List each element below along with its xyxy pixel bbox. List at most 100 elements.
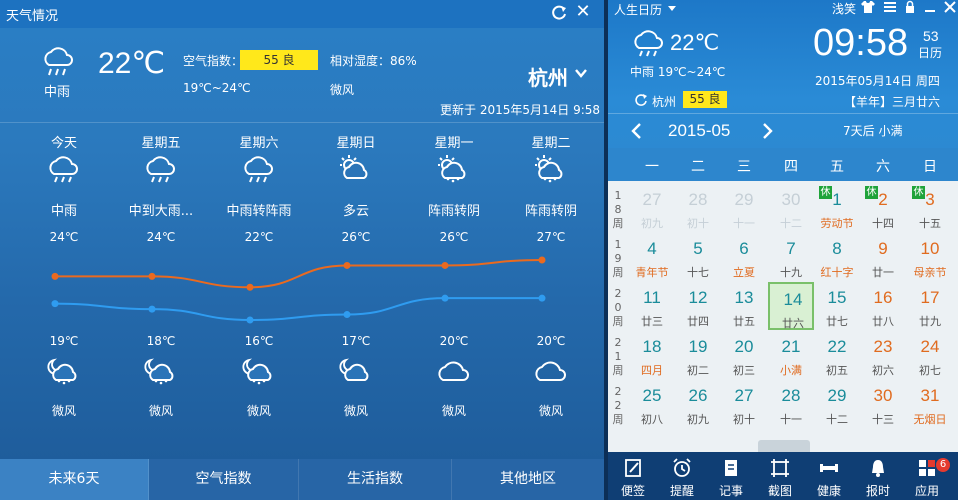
calendar-day[interactable]: 29 十二 xyxy=(814,380,860,428)
day-number: 27 xyxy=(642,190,662,209)
day-number: 22 xyxy=(827,337,847,356)
refresh-icon[interactable] xyxy=(634,93,648,107)
tab-other-regions[interactable]: 其他地区 xyxy=(452,459,604,500)
lunar-day: 廿四 xyxy=(687,315,709,328)
day-number: 15 xyxy=(827,288,847,307)
lunar-day: 劳动节 xyxy=(820,217,854,230)
calendar-day[interactable]: 27 初十 xyxy=(721,380,767,428)
notebook-icon xyxy=(725,460,737,476)
toolbar-label: 截图 xyxy=(767,484,792,498)
shirt-icon[interactable] xyxy=(860,0,876,14)
toolbar-button-alarm[interactable]: 提醒 xyxy=(659,452,705,500)
calendar-day[interactable]: 26 初九 xyxy=(675,380,721,428)
calendar-day[interactable]: 17 廿九 xyxy=(907,282,953,330)
week-number-part: 1 xyxy=(614,350,622,363)
day-name: 星期六 xyxy=(239,136,279,151)
lunar-day: 十五 xyxy=(919,217,941,230)
calendar-aqi-badge[interactable]: 55 良 xyxy=(683,91,727,108)
calendar-day[interactable]: 5 十七 xyxy=(675,233,721,281)
calendar-day[interactable]: 15 廿七 xyxy=(814,282,860,330)
toolbar-button-notebook[interactable]: 记事 xyxy=(708,452,754,500)
toolbar-label: 记事 xyxy=(718,484,743,498)
lock-icon[interactable] xyxy=(902,0,918,14)
calendar-day[interactable]: 21 小满 xyxy=(768,331,814,379)
forecast-day: 星期二 阵雨转阴 27℃ 20℃ 微风 xyxy=(502,128,600,428)
toolbar-button-dumbbell[interactable]: 健康 xyxy=(806,452,852,500)
calendar-day[interactable]: 休 3 十五 xyxy=(907,184,953,232)
weekday-header: 一二三四五六日 xyxy=(608,148,958,181)
calendar-day[interactable]: 休 1 劳动节 xyxy=(814,184,860,232)
calendar-day[interactable]: 24 初七 xyxy=(907,331,953,379)
calendar-day[interactable]: 25 初八 xyxy=(629,380,675,428)
lunar-day: 十二 xyxy=(780,217,802,230)
calendar-day[interactable]: 19 初二 xyxy=(675,331,721,379)
calendar-day[interactable]: 16 廿八 xyxy=(860,282,906,330)
close-icon[interactable] xyxy=(942,0,958,14)
week-number-part: 8 xyxy=(614,203,622,216)
forecast-day: 星期五 中到大雨... 24℃ 18℃ 微风 xyxy=(112,128,210,428)
week-number: 18周 xyxy=(608,189,628,231)
calendar-day[interactable]: 12 廿四 xyxy=(675,282,721,330)
day-number: 17 xyxy=(920,288,940,307)
toolbar-button-screenshot[interactable]: 截图 xyxy=(757,452,803,500)
lunar-day: 初十 xyxy=(733,413,755,426)
calendar-day[interactable]: 13 廿五 xyxy=(721,282,767,330)
chevron-down-icon[interactable] xyxy=(667,3,677,13)
calendar-day[interactable]: 18 四月 xyxy=(629,331,675,379)
day-number: 28 xyxy=(688,190,708,209)
day-condition: 中雨转阵雨 xyxy=(226,204,292,219)
calendar-day[interactable]: 30 十三 xyxy=(860,380,906,428)
week-number-part: 周 xyxy=(612,315,624,328)
alarm-icon xyxy=(673,458,691,477)
lunar-day: 小满 xyxy=(780,364,802,377)
lunar-date: 【羊年】三月廿六 xyxy=(844,95,941,109)
day-number: 20 xyxy=(734,337,754,356)
calendar-day[interactable]: 28 十一 xyxy=(768,380,814,428)
calendar-day[interactable]: 27 初九 xyxy=(629,184,675,232)
day-number: 16 xyxy=(873,288,893,307)
calendar-day-today[interactable]: 14 廿六 xyxy=(768,282,814,330)
calendar-day[interactable]: 4 青年节 xyxy=(629,233,675,281)
toolbar-button-note[interactable]: 便签 xyxy=(610,452,656,500)
day-wind: 微风 xyxy=(441,404,466,418)
day-wind: 微风 xyxy=(538,404,563,418)
lunar-day: 初十 xyxy=(687,217,709,230)
calendar-day[interactable]: 6 立夏 xyxy=(721,233,767,281)
day-number: 6 xyxy=(739,239,749,258)
calendar-city[interactable]: 杭州 xyxy=(652,93,676,110)
menu-icon[interactable] xyxy=(882,0,898,14)
day-number: 24 xyxy=(920,337,940,356)
chevron-right-icon[interactable] xyxy=(762,121,774,141)
high-temperature: 27℃ xyxy=(536,230,566,244)
user-name[interactable]: 浅笑 xyxy=(832,0,856,17)
calendar-day[interactable]: 休 2 十四 xyxy=(860,184,906,232)
calendar-day[interactable]: 31 无烟日 xyxy=(907,380,953,428)
calendar-day[interactable]: 10 母亲节 xyxy=(907,233,953,281)
calendar-day[interactable]: 11 廿三 xyxy=(629,282,675,330)
calendar-day[interactable]: 7 十九 xyxy=(768,233,814,281)
low-temperature: 17℃ xyxy=(341,334,371,348)
calendar-day[interactable]: 8 红十字 xyxy=(814,233,860,281)
collapse-handle[interactable] xyxy=(758,440,810,452)
clock-time: 09:58 xyxy=(813,22,909,64)
calendar-day[interactable]: 20 初三 xyxy=(721,331,767,379)
tab-life-index[interactable]: 生活指数 xyxy=(299,459,452,500)
calendar-day[interactable]: 22 初五 xyxy=(814,331,860,379)
tab-air-index[interactable]: 空气指数 xyxy=(149,459,299,500)
calendar-day[interactable]: 23 初六 xyxy=(860,331,906,379)
month-label[interactable]: 2015-05 xyxy=(668,121,730,141)
calendar-day[interactable]: 29 十一 xyxy=(721,184,767,232)
toolbar-button-bell[interactable]: 报时 xyxy=(855,452,901,500)
lunar-day: 廿三 xyxy=(641,315,663,328)
calendar-day[interactable]: 30 十二 xyxy=(768,184,814,232)
minimize-icon[interactable] xyxy=(922,0,938,14)
chevron-left-icon[interactable] xyxy=(630,121,642,141)
calendar-day[interactable]: 9 廿一 xyxy=(860,233,906,281)
tab-future-6-days[interactable]: 未来6天 xyxy=(0,459,149,500)
weather-tab-bar: 未来6天 空气指数 生活指数 其他地区 xyxy=(0,459,604,500)
high-temperature: 24℃ xyxy=(146,230,176,244)
clock-label: 日历 xyxy=(918,46,943,60)
calendar-title[interactable]: 人生日历 xyxy=(614,1,662,18)
calendar-day[interactable]: 28 初十 xyxy=(675,184,721,232)
high-temperature: 24℃ xyxy=(49,230,79,244)
